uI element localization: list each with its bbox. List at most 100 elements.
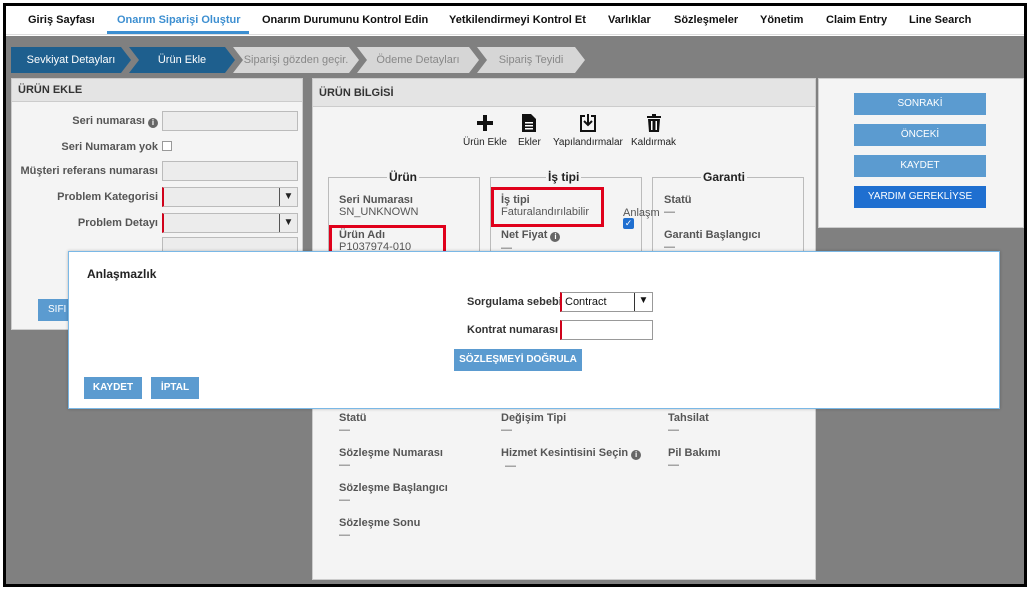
actions-panel: SONRAKİ ÖNCEKİ KAYDET YARDIM GEREKLİYSE [818,78,1024,228]
nav-item-home[interactable]: Giriş Sayfası [28,14,95,26]
info-icon[interactable]: i [631,450,642,460]
highlight-job-type [491,187,604,227]
lower-status-label: Statü [339,412,367,424]
serial-number-row: Seri numarası i [12,111,304,131]
inquiry-reason-value: Contract [565,296,607,308]
serial-number-input[interactable] [162,111,298,131]
verify-contract-button[interactable]: SÖZLEŞMEYİ DOĞRULA [454,349,582,371]
step-label: Sevkiyat Detayları [26,54,116,66]
nav-item-create-repair-order[interactable]: Onarım Siparişi Oluştur [117,14,240,26]
serial-number-field-value: SN_UNKNOWN [339,206,419,218]
lower-status-value: — [339,424,350,436]
step-add-product[interactable]: Ürün Ekle [129,47,235,73]
inquiry-reason-select[interactable]: Contract ▼ [560,292,653,312]
exchange-type-field: Değişim Tipi — [501,412,566,436]
modal-cancel-button[interactable]: İPTAL [151,377,199,399]
dispute-modal: Anlaşmazlık Sorgulama sebebi Contract ▼ … [68,251,1000,409]
contract-number-label: Kontrat numarası [467,324,559,336]
dispute-checkbox[interactable]: ✓ [623,218,634,229]
customer-ref-input[interactable] [162,161,298,181]
customer-ref-label: Müşteri referans numarası [20,165,158,177]
exchange-type-value: — [501,424,512,436]
attachments-tool-label: Ekler [518,137,541,148]
contract-end-label: Sözleşme Sonu [339,517,421,529]
save-button[interactable]: KAYDET [854,155,986,177]
net-price-field-label: Net Fiyat i [501,229,561,242]
customer-ref-row: Müşteri referans numarası [12,161,304,181]
nav-item-line-search[interactable]: Line Search [909,14,971,26]
net-price-label-text: Net Fiyat [501,229,548,241]
serial-number-label-text: Seri numarası [72,115,145,127]
service-interrupt-value: — [505,460,516,472]
chevron-down-icon: ▼ [279,214,297,232]
battery-field: Pil Bakımı — [668,447,721,471]
step-label: Siparişi gözden geçir. [243,54,349,66]
lower-status-field: Statü — [339,412,367,436]
chevron-down-icon: ▼ [634,293,652,311]
collection-label: Tahsilat [668,412,709,424]
service-interrupt-label: Hizmet Kesintisini Seçin i [501,447,642,460]
inquiry-reason-label: Sorgulama sebebi [467,296,562,308]
top-nav: Giriş Sayfası Onarım Siparişi Oluştur On… [6,6,1024,35]
step-label: Ürün Ekle [157,54,207,66]
warranty-group-title: Garanti [701,170,748,184]
collection-value: — [668,424,679,436]
nav-item-check-repair-status[interactable]: Onarım Durumunu Kontrol Edin [262,14,428,26]
modal-title: Anlaşmazlık [87,267,157,281]
warranty-start-field-label: Garanti Başlangıcı [664,229,761,241]
job-type-group-title: İş tipi [546,170,582,184]
problem-detail-select[interactable]: ▼ [162,213,298,233]
contract-number-input[interactable] [560,320,653,340]
panel-title: ÜRÜN EKLE [12,79,302,102]
warranty-start-field: Garanti Başlangıcı — [664,229,761,253]
step-label: Sipariş Teyidi [498,54,564,66]
status-field-label: Statü [664,194,692,206]
add-product-tool[interactable]: Ürün Ekle [463,113,507,148]
status-field-value: — [664,206,675,218]
problem-category-row: Problem Kategorisi ▼ [12,187,304,207]
serial-number-label: Seri numarası i [72,115,158,128]
contract-number-label: Sözleşme Numarası [339,447,443,459]
collection-field: Tahsilat — [668,412,709,436]
help-button[interactable]: YARDIM GEREKLİYSE [854,186,986,208]
status-field: Statü — [664,194,692,218]
contract-number-value: — [339,459,350,471]
modal-save-button[interactable]: KAYDET [84,377,142,399]
step-payment-details[interactable]: Ödeme Detayları [357,47,479,73]
battery-value: — [668,459,679,471]
serial-number-field-label: Seri Numarası [339,194,413,206]
previous-button[interactable]: ÖNCEKİ [854,124,986,146]
info-icon[interactable]: i [148,118,158,128]
window-frame: Giriş Sayfası Onarım Siparişi Oluştur On… [3,3,1027,587]
configurations-tool[interactable]: Yapılandırmalar [553,113,623,148]
no-serial-row: Seri Numaram yok [12,137,304,157]
chevron-down-icon: ▼ [279,188,297,206]
page: Giriş Sayfası Onarım Siparişi Oluştur On… [6,6,1024,584]
exchange-type-label: Değişim Tipi [501,412,567,424]
nav-active-underline [107,31,249,34]
next-button[interactable]: SONRAKİ [854,93,986,115]
add-product-tool-label: Ürün Ekle [463,137,507,148]
plus-icon [476,115,493,131]
contract-end-field: Sözleşme Sonu — [339,517,420,541]
info-icon[interactable]: i [550,232,561,242]
product-info-title: ÜRÜN BİLGİSİ [313,79,815,107]
nav-item-contracts[interactable]: Sözleşmeler [674,14,738,26]
nav-item-management[interactable]: Yönetim [760,14,803,26]
step-label: Ödeme Detayları [376,54,460,66]
battery-label: Pil Bakımı [668,447,721,459]
step-shipping-details[interactable]: Sevkiyat Detayları [11,47,131,73]
contract-number-field: Sözleşme Numarası — [339,447,443,471]
nav-item-assets[interactable]: Varlıklar [608,14,651,26]
attachments-tool[interactable]: Ekler [518,113,541,148]
nav-item-claim-entry[interactable]: Claim Entry [826,14,887,26]
nav-item-check-authorization[interactable]: Yetkilendirmeyi Kontrol Et [449,14,586,26]
step-order-confirmation[interactable]: Sipariş Teyidi [477,47,585,73]
step-review-order[interactable]: Siparişi gözden geçir. [233,47,359,73]
remove-tool[interactable]: Kaldırmak [631,113,676,148]
problem-category-select[interactable]: ▼ [162,187,298,207]
configurations-tool-label: Yapılandırmalar [553,137,623,148]
import-icon [579,114,596,132]
contract-start-value: — [339,494,350,506]
no-serial-checkbox[interactable] [162,141,172,151]
